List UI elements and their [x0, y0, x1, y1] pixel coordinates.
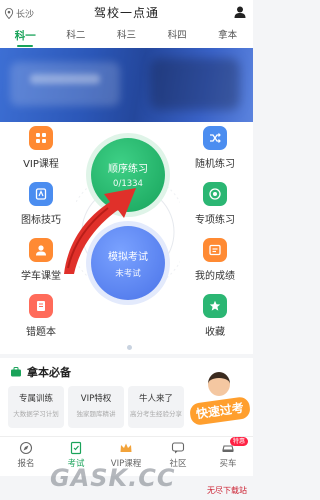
- ring-dot: [127, 345, 132, 350]
- card-title: VIP特权: [80, 394, 112, 404]
- wrong-questions-label: 错题本: [26, 327, 56, 338]
- target-icon: [203, 182, 227, 206]
- card-subtitle: 独家题库精讲: [76, 410, 116, 418]
- score-icon: [203, 238, 227, 262]
- nav-label: 买车: [219, 459, 237, 469]
- nav-signup[interactable]: 报名: [4, 441, 48, 469]
- wrong-questions-item[interactable]: 错题本: [6, 294, 76, 340]
- mascot-illustration: [208, 372, 230, 396]
- nav-buy-car[interactable]: 买车 特惠: [206, 437, 250, 469]
- banner-blur-shape: [150, 58, 240, 110]
- red-arrow-annotation: [64, 188, 136, 274]
- expert-sharing-card[interactable]: 牛人来了 高分考生经验分享: [128, 386, 184, 428]
- sign-icon: [29, 182, 53, 206]
- section-title: 拿本必备: [27, 366, 71, 379]
- tab-license[interactable]: 拿本: [202, 26, 253, 48]
- subject-tabs: 科一 科二 科三 科四 拿本: [0, 26, 253, 48]
- site-watermark-small: 无尽下载站: [207, 486, 247, 495]
- promo-label: 快速过考: [188, 395, 252, 427]
- banner-blur-shape: [30, 74, 100, 84]
- user-icon[interactable]: [234, 6, 246, 18]
- chat-icon: [171, 442, 185, 454]
- crown-icon: [120, 443, 132, 452]
- star-icon: [203, 294, 227, 318]
- vip-course-item[interactable]: VIP课程: [6, 126, 76, 172]
- shuffle-icon: [203, 126, 227, 150]
- nav-label: 报名: [17, 459, 35, 469]
- book-icon: [29, 294, 53, 318]
- compass-icon: [19, 441, 33, 455]
- tab-subject-4[interactable]: 科四: [152, 26, 203, 48]
- app-title: 驾校一点通: [93, 6, 159, 20]
- card-subtitle: 大数据学习计划: [13, 410, 59, 418]
- top-bar: 长沙 驾校一点通: [0, 0, 253, 26]
- my-score-item[interactable]: 我的成绩: [180, 238, 250, 284]
- classroom-icon: [29, 238, 53, 262]
- random-practice-label: 随机练习: [195, 159, 235, 170]
- card-title: 专属训练: [18, 394, 53, 404]
- my-score-label: 我的成绩: [195, 271, 235, 282]
- card-subtitle: 高分考生经验分享: [130, 410, 182, 418]
- exclusive-training-card[interactable]: 专属训练 大数据学习计划: [8, 386, 64, 428]
- site-watermark: GASK.CC: [50, 464, 176, 492]
- favorites-label: 收藏: [205, 327, 225, 338]
- banner-blur-shape: [10, 62, 120, 106]
- grid-icon: [29, 126, 53, 150]
- exam-icon: [70, 441, 82, 455]
- vip-privilege-card[interactable]: VIP特权 独家题库精讲: [68, 386, 124, 428]
- card-title: 牛人来了: [138, 394, 173, 404]
- special-practice-item[interactable]: 专项练习: [180, 182, 250, 228]
- section-header: 拿本必备: [10, 364, 71, 380]
- tab-subject-2[interactable]: 科二: [51, 26, 102, 48]
- tab-subject-3[interactable]: 科三: [101, 26, 152, 48]
- fast-pass-promo[interactable]: 快速过考: [188, 370, 252, 436]
- special-practice-label: 专项练习: [195, 215, 235, 226]
- favorites-item[interactable]: 收藏: [180, 294, 250, 340]
- tab-subject-1[interactable]: 科一: [0, 26, 51, 48]
- random-practice-item[interactable]: 随机练习: [180, 126, 250, 172]
- promo-banner[interactable]: [0, 48, 253, 122]
- briefcase-icon: [11, 367, 21, 377]
- discount-badge: 特惠: [229, 437, 248, 446]
